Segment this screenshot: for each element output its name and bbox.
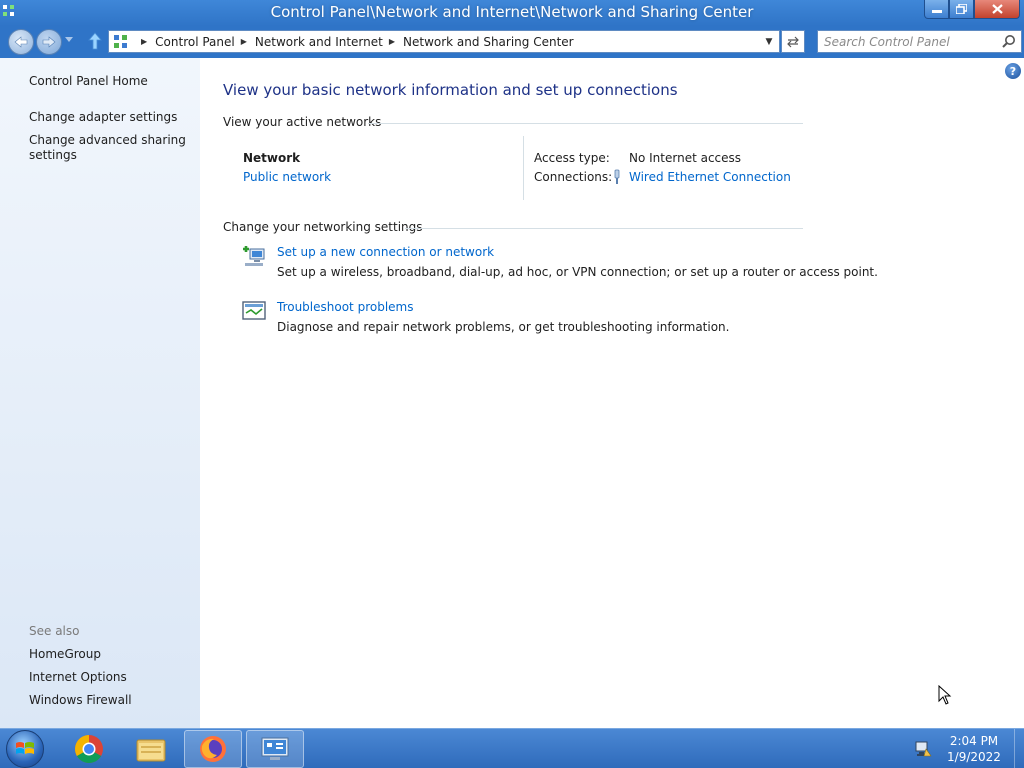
- search-box[interactable]: [817, 30, 1022, 53]
- arrow-right-icon: [42, 36, 56, 48]
- control-panel-home-link[interactable]: Control Panel Home: [29, 74, 148, 89]
- chevron-right-icon[interactable]: ▶: [141, 37, 147, 46]
- windows-logo-icon: [16, 742, 34, 754]
- close-icon: [991, 4, 1003, 14]
- refresh-button[interactable]: [781, 30, 805, 53]
- recent-pages-icon[interactable]: [65, 37, 73, 43]
- main-content: ? View your basic network information an…: [200, 58, 1024, 728]
- chrome-icon: [75, 735, 103, 763]
- start-button[interactable]: [6, 730, 44, 768]
- divider: [405, 228, 803, 229]
- troubleshoot-icon[interactable]: [241, 298, 267, 324]
- control-panel-icon: [114, 34, 127, 48]
- navigation-bar: ▶ Control Panel ▶ Network and Internet ▶…: [0, 26, 1024, 58]
- network-name: Network: [243, 151, 301, 165]
- show-desktop-button[interactable]: [1014, 729, 1024, 768]
- window-title: Control Panel\Network and Internet\Netwo…: [270, 3, 754, 21]
- divider: [368, 123, 803, 124]
- search-input[interactable]: [824, 33, 994, 50]
- arrow-left-icon: [14, 36, 28, 48]
- setup-new-connection-description: Set up a wireless, broadband, dial-up, a…: [277, 265, 878, 279]
- network-tray-icon[interactable]: [914, 740, 932, 758]
- close-button[interactable]: [974, 0, 1020, 19]
- troubleshoot-problems-description: Diagnose and repair network problems, or…: [277, 320, 730, 334]
- question-mark-icon: ?: [1009, 64, 1017, 78]
- ethernet-icon: [614, 169, 620, 184]
- windows-firewall-link[interactable]: Windows Firewall: [29, 693, 132, 708]
- homegroup-link[interactable]: HomeGroup: [29, 647, 101, 662]
- internet-options-link[interactable]: Internet Options: [29, 670, 127, 685]
- search-icon[interactable]: [1002, 34, 1016, 48]
- page-title: View your basic network information and …: [223, 81, 678, 99]
- see-also-label: See also: [29, 624, 80, 638]
- window-controls: [924, 0, 1020, 20]
- address-bar[interactable]: ▶ Control Panel ▶ Network and Internet ▶…: [108, 30, 780, 53]
- restore-icon: [956, 4, 967, 14]
- network-category-link[interactable]: Public network: [243, 170, 331, 184]
- taskbar-clock[interactable]: 2:04 PM 1/9/2022: [936, 733, 1012, 765]
- connections-label: Connections:: [534, 170, 613, 184]
- help-button[interactable]: ?: [1005, 63, 1021, 79]
- forward-button[interactable]: [36, 29, 62, 55]
- taskbar-network-sharing-center[interactable]: [246, 730, 304, 768]
- mouse-cursor-icon: [938, 685, 952, 705]
- title-bar: Control Panel\Network and Internet\Netwo…: [0, 0, 1024, 26]
- access-type-value: No Internet access: [629, 151, 742, 165]
- chevron-right-icon[interactable]: ▶: [241, 37, 247, 46]
- minimize-button[interactable]: [924, 0, 949, 19]
- firefox-icon: [200, 736, 226, 762]
- taskbar-file-explorer[interactable]: [122, 730, 180, 768]
- breadcrumb-network-and-sharing-center[interactable]: Network and Sharing Center: [403, 35, 574, 49]
- network-sharing-center-icon: [261, 737, 289, 760]
- taskbar: 2:04 PM 1/9/2022: [0, 728, 1024, 768]
- clock-time: 2:04 PM: [949, 734, 999, 748]
- back-button[interactable]: [8, 29, 34, 55]
- wired-ethernet-connection-link[interactable]: Wired Ethernet Connection: [629, 170, 791, 184]
- address-dropdown-button[interactable]: ▼: [761, 33, 777, 50]
- taskbar-firefox[interactable]: [184, 730, 242, 768]
- divider: [523, 136, 524, 200]
- file-explorer-icon: [136, 739, 166, 762]
- breadcrumb-network-and-internet[interactable]: Network and Internet: [255, 35, 383, 49]
- task-pane: Control Panel Home Change adapter settin…: [0, 58, 200, 728]
- new-connection-icon[interactable]: [241, 243, 267, 269]
- breadcrumb-control-panel[interactable]: Control Panel: [155, 35, 235, 49]
- taskbar-chrome[interactable]: [60, 730, 118, 768]
- chevron-down-icon: ▼: [765, 36, 773, 47]
- access-type-label: Access type:: [534, 151, 610, 165]
- change-adapter-settings-link[interactable]: Change adapter settings: [29, 110, 177, 125]
- chevron-right-icon[interactable]: ▶: [389, 37, 395, 46]
- clock-date: 1/9/2022: [947, 750, 1001, 764]
- up-arrow-icon[interactable]: [88, 32, 102, 50]
- change-advanced-sharing-settings-link[interactable]: Change advanced sharing settings: [29, 133, 189, 163]
- refresh-icon: [787, 36, 799, 47]
- networking-settings-title: Change your networking settings: [223, 220, 423, 234]
- troubleshoot-problems-link[interactable]: Troubleshoot problems: [277, 300, 413, 314]
- active-networks-title: View your active networks: [223, 115, 382, 129]
- restore-button[interactable]: [949, 0, 974, 19]
- minimize-icon: [931, 10, 942, 13]
- breadcrumb: ▶ Control Panel ▶ Network and Internet ▶…: [113, 31, 574, 52]
- setup-new-connection-link[interactable]: Set up a new connection or network: [277, 245, 494, 259]
